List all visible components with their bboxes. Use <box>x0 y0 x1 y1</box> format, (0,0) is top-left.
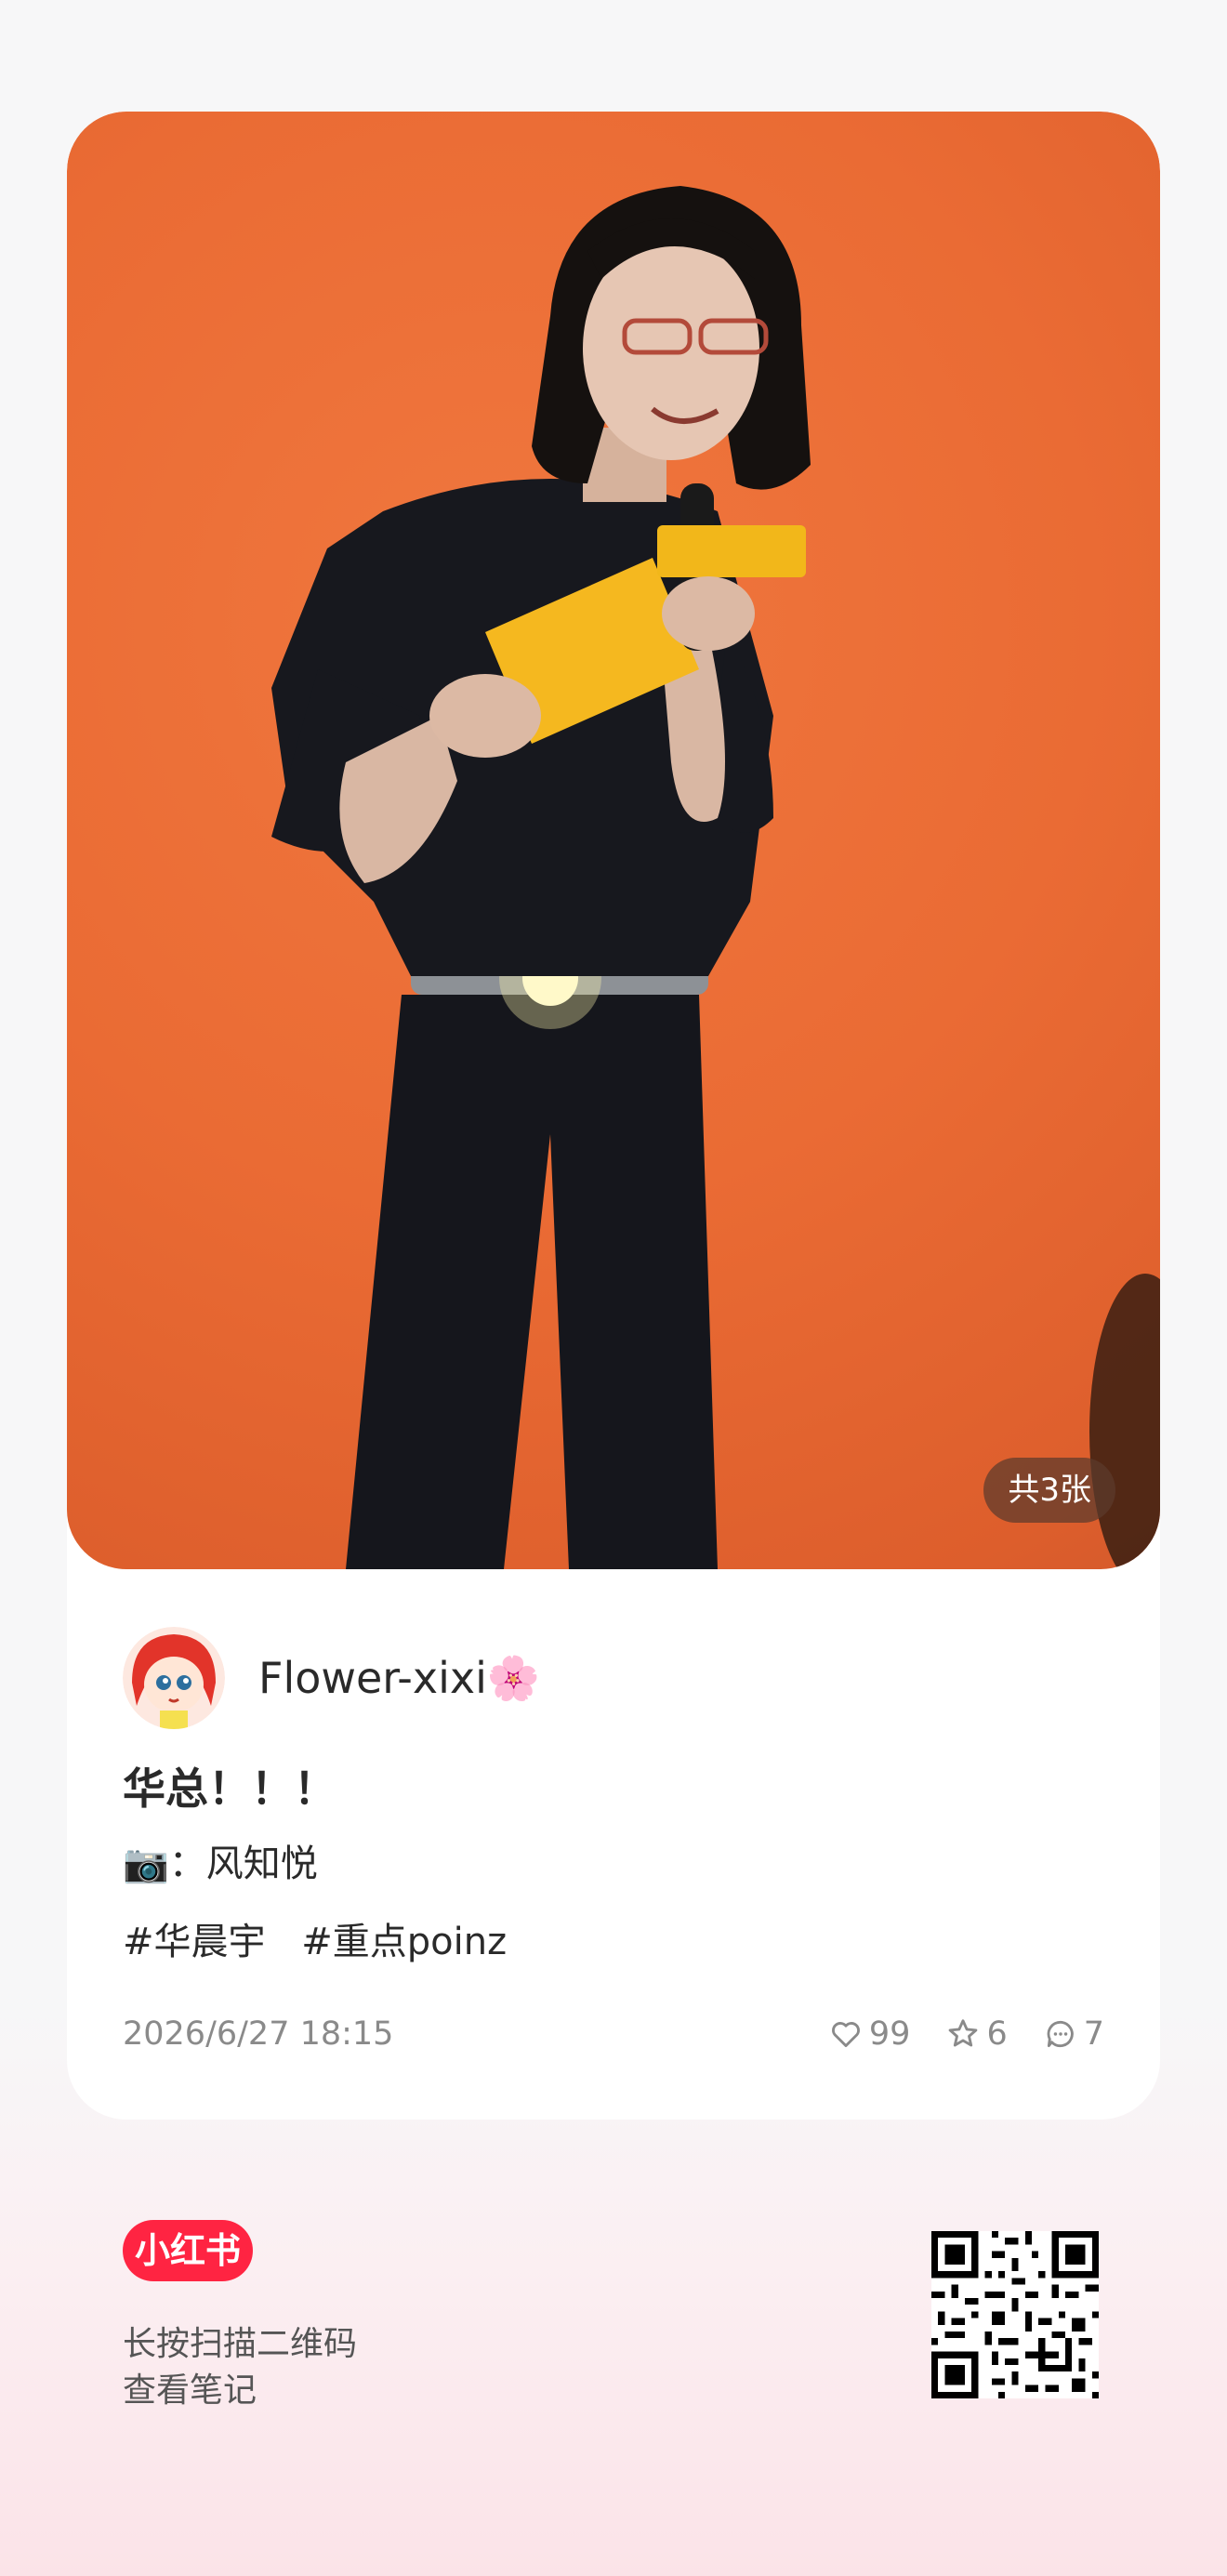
qr-code[interactable] <box>931 2231 1099 2398</box>
post-title: 华总！！！ <box>123 1764 336 1814</box>
favorite-button[interactable]: 6 <box>945 2015 1008 2053</box>
post-credit-line: 📷：风知悦 <box>123 1843 318 1885</box>
heart-icon <box>831 2022 860 2048</box>
photo-count-badge: 共3张 <box>983 1458 1115 1523</box>
brand-logo: 小红书 <box>123 2220 253 2281</box>
post-date: 2026/6/27 18:15 <box>123 2015 394 2053</box>
author-row[interactable]: Flower-xixi🌸 <box>123 1627 540 1729</box>
comment-icon <box>1047 2020 1074 2048</box>
like-button[interactable]: 99 <box>828 2015 911 2053</box>
hashtag-link[interactable]: #华晨宇 <box>123 1921 266 1963</box>
hashtag-link[interactable]: #重点poinz <box>301 1921 507 1963</box>
favorite-count: 6 <box>986 2015 1008 2053</box>
author-name[interactable]: Flower-xixi🌸 <box>258 1653 540 1704</box>
performer-photo-illustration <box>271 186 1160 1569</box>
post-tags: #华晨宇 #重点poinz <box>123 1911 531 1965</box>
comment-count: 7 <box>1083 2015 1104 2053</box>
comment-button[interactable]: 7 <box>1043 2015 1104 2053</box>
note-photo[interactable]: 共3张 <box>67 112 1160 1569</box>
avatar[interactable] <box>123 1627 225 1729</box>
scan-hint-line2: 查看笔记 <box>123 2371 257 2410</box>
star-icon <box>949 2019 978 2047</box>
post-meta-row: 2026/6/27 18:15 99 6 7 <box>123 2008 1104 2060</box>
note-card: 共3张 Flower-xixi🌸 华总！！！ 📷：风知悦 #华晨宇 #重点poi… <box>67 112 1160 2120</box>
like-count: 99 <box>868 2015 911 2053</box>
scan-hint-line1: 长按扫描二维码 <box>123 2325 358 2363</box>
